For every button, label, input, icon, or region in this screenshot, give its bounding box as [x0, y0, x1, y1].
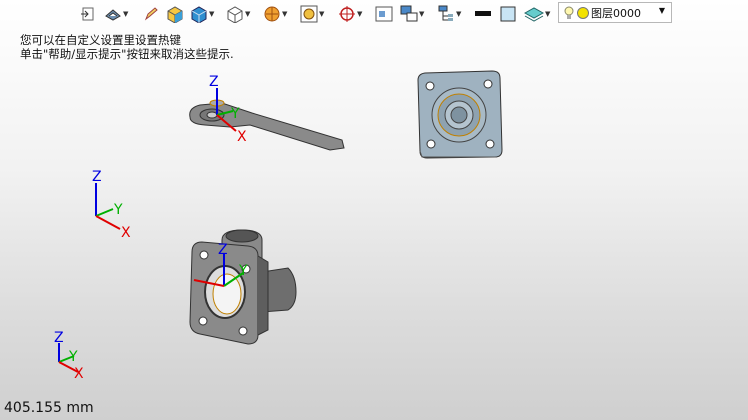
axis-label-x: X [74, 366, 84, 382]
axis-label-z: Z [54, 330, 64, 346]
axis-label-x: X [121, 225, 131, 241]
axis-label-y: Y [238, 263, 248, 279]
origin-axes-1: Z Y X [92, 169, 131, 241]
measurement-readout: 405.155 mm [4, 400, 94, 416]
axis-label-z: Z [92, 169, 102, 185]
axis-label-x: X [237, 129, 247, 145]
axis-label-y: Y [113, 202, 123, 218]
valve-body-part[interactable] [189, 229, 297, 345]
axis-label-y: Y [68, 349, 78, 365]
lever-part[interactable] [189, 99, 345, 151]
origin-axes-2: Z Y X [54, 330, 84, 382]
axis-label-y: Y [230, 106, 240, 122]
axis-label-z: Z [218, 242, 228, 258]
viewport-3d[interactable]: Z Y X Z Y X Z Y Z Y X [0, 0, 748, 420]
axis-label-z: Z [209, 74, 219, 90]
flange-part[interactable] [417, 70, 503, 159]
